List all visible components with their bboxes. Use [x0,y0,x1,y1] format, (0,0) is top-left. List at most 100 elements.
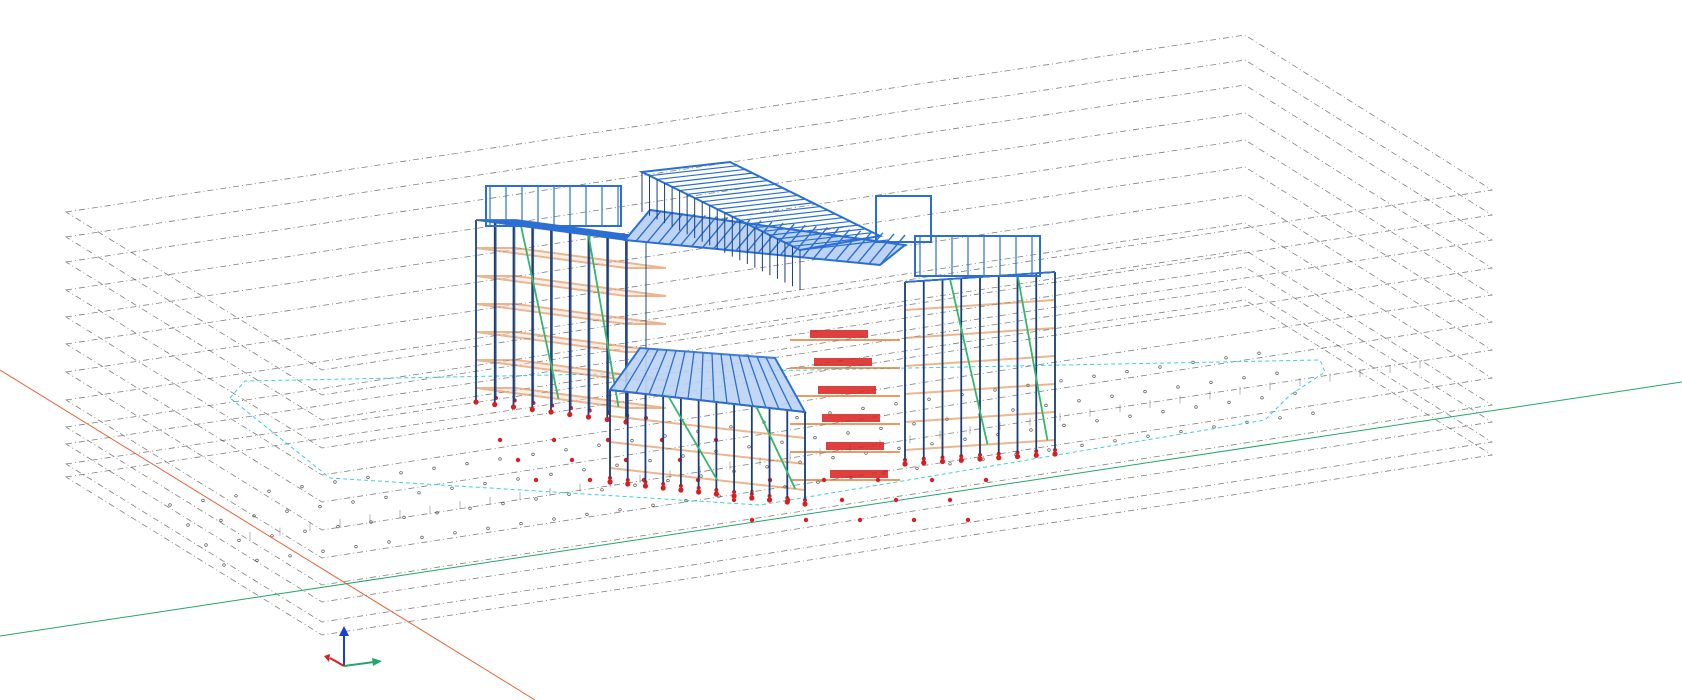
grid-node [1125,370,1129,374]
grid-node [531,452,535,457]
model-viewport-3d[interactable] [0,0,1682,700]
grid-node [516,477,520,481]
global-axis-x [0,369,536,700]
structural-model-canvas[interactable] [0,0,1682,700]
grid-node [813,436,817,440]
roof-beam [694,187,783,199]
support-node [857,517,863,523]
roof-beam [747,213,836,225]
grid-node [387,540,391,544]
grid-node [729,425,733,429]
grid-node [450,486,454,490]
grid-node [549,472,553,477]
support-node [911,517,917,523]
grid-node [186,523,190,527]
level-plane [64,299,1494,636]
support-node [529,406,535,413]
support-node [696,489,702,495]
grid-node [963,437,967,441]
support-node [958,457,964,463]
axis-triad [324,626,382,667]
bracing [755,406,797,490]
floor-slab [609,441,806,465]
roof-beam [754,217,843,229]
grid-node [795,416,799,420]
stair-load [822,414,880,422]
support-node [929,477,935,483]
level-plane [64,166,1494,503]
grid-node [285,509,289,513]
grid-node [366,475,370,480]
support-node [551,437,557,443]
grid-node [384,495,388,500]
stair-load [818,386,876,394]
grid-node [897,446,901,451]
triad-y-arrowhead [372,658,382,666]
grid-node [1044,403,1048,408]
grid-node [948,462,952,466]
roof-beam [687,183,776,195]
roof-beam [732,205,821,218]
grid-node [1242,376,1246,380]
grid-node [828,411,832,415]
support-node [1033,452,1039,458]
grid-node [234,494,238,498]
grid-node [681,454,685,458]
support-node [784,499,790,505]
support-node [510,404,517,410]
grid-node [927,397,931,401]
support-node [642,483,649,489]
grid-node [321,549,325,553]
grid-node [747,445,751,449]
grid-node [417,491,421,495]
support-node [567,411,573,418]
grid-node [663,434,667,438]
grid-node [534,497,538,501]
support-node [1052,451,1058,457]
support-node [965,517,971,523]
grid-node [600,488,604,492]
grid-node [552,517,556,521]
bracing [667,396,719,481]
grid-node [1224,356,1228,360]
grid-node [699,474,703,478]
grid-node [336,524,340,529]
triad-y-arrow [343,661,375,667]
grid-node [1077,399,1081,403]
support-node [678,487,684,493]
support-node [983,477,989,483]
grid-node [1311,411,1315,415]
grid-node [468,506,472,510]
grid-node [780,440,784,444]
support-node [492,401,498,408]
building-model [473,160,1058,523]
grid-node [1146,434,1150,438]
support-node [821,477,827,483]
triad-x-arrowhead [324,654,330,662]
grid-node [816,480,820,484]
grid-node [219,518,223,523]
support-node [803,517,809,523]
grid-node [648,459,652,463]
stair-load [830,470,888,478]
roof-beam [679,179,768,192]
grid-node [267,489,271,493]
support-node [947,497,953,503]
grid-node [1158,365,1162,369]
grid-node [912,422,916,426]
support-node [893,497,899,503]
grid-node [879,426,883,431]
stair-load [826,442,884,450]
grid-node [519,521,523,526]
support-node [802,501,808,507]
support-node [625,481,631,487]
grid-node [333,480,337,484]
support-node [585,414,592,420]
grid-node [498,457,502,461]
grid-node [351,500,355,504]
support-node [921,460,927,466]
grid-node [1113,439,1117,443]
grid-node [501,502,505,506]
grid-node [303,529,307,533]
support-node [766,497,773,503]
